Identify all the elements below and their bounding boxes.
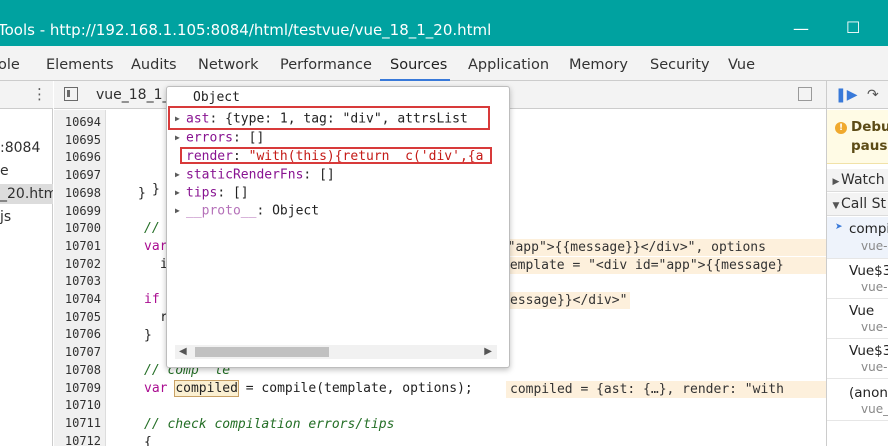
inline-value: compiled = {ast: {…}, render: "with xyxy=(506,381,826,398)
scroll-left-icon[interactable]: ◀ xyxy=(179,346,187,357)
inline-value: essage}}</div>" xyxy=(506,292,630,309)
tab-vue[interactable]: Vue xyxy=(728,56,755,74)
code-line: if xyxy=(144,292,160,307)
code-line: } xyxy=(144,328,152,343)
tab-network[interactable]: Network xyxy=(198,56,259,74)
line-number[interactable]: 10698 xyxy=(54,185,104,203)
expanded-arrow-icon: ▼ xyxy=(832,201,840,211)
highlight-box-ast xyxy=(168,106,490,130)
navigator-item[interactable]: e xyxy=(0,161,53,181)
hovered-variable[interactable]: compiled xyxy=(174,380,239,397)
line-number[interactable]: 10707 xyxy=(54,344,104,362)
debugger-toolbar: ❚▶ ↷ xyxy=(827,81,888,109)
line-number[interactable]: 10701 xyxy=(54,238,104,256)
paused-banner: ! Debupause xyxy=(827,110,888,164)
popover-horizontal-scrollbar[interactable]: ◀ ▶ xyxy=(175,345,497,359)
line-number[interactable]: 10706 xyxy=(54,326,104,344)
line-number[interactable]: 10712 xyxy=(54,433,104,446)
title-bar: Tools - http://192.168.1.105:8084/html/t… xyxy=(0,0,888,46)
line-number[interactable]: 10708 xyxy=(54,362,104,380)
code-line: // xyxy=(144,221,160,236)
highlight-box-render xyxy=(180,147,492,164)
scroll-right-icon[interactable]: ▶ xyxy=(484,346,492,357)
line-number[interactable]: 10704 xyxy=(54,291,104,309)
current-frame-icon: ➤ xyxy=(835,222,843,232)
call-frame[interactable]: Vue$3 vue- xyxy=(827,339,888,379)
line-number[interactable]: 10702 xyxy=(54,256,104,274)
tab-audits[interactable]: Audits xyxy=(131,56,177,74)
call-frame[interactable]: (anon vue_ xyxy=(827,379,888,421)
tab-security[interactable]: Security xyxy=(650,56,710,74)
inline-value: d="app">{{message}}</div>", options xyxy=(488,239,826,256)
popover-property-errors[interactable]: ▶ errors: [] xyxy=(175,129,264,148)
code-line: var compiled = compile(template, options… xyxy=(144,380,473,398)
code-line: // check compilation errors/tips xyxy=(144,417,395,432)
popover-property-proto[interactable]: ▶ __proto__: Object xyxy=(175,202,319,221)
code-line: } xyxy=(152,182,160,197)
tab-memory[interactable]: Memory xyxy=(569,56,628,74)
inline-value: template = "<div id="app">{{message} xyxy=(498,257,826,274)
navigator-item[interactable]: :8084 xyxy=(0,138,53,158)
call-frame[interactable]: ➤ compi vue- xyxy=(827,217,888,259)
popover-property-tips[interactable]: ▶ tips: [] xyxy=(175,184,249,203)
line-number[interactable]: 10694 xyxy=(54,114,104,132)
code-text: = compile(template, options); xyxy=(237,381,473,396)
code-line: { xyxy=(144,435,152,446)
navigator-item[interactable]: js xyxy=(0,207,53,227)
tab-sources[interactable]: Sources xyxy=(390,56,447,74)
line-number[interactable]: 10710 xyxy=(54,397,104,415)
collapsed-arrow-icon: ▶ xyxy=(832,177,840,187)
paused-text: Debupause xyxy=(851,119,888,154)
minimize-icon[interactable]: — xyxy=(793,20,809,38)
step-over-icon[interactable]: ↷ xyxy=(867,87,879,103)
tab-console[interactable]: ole xyxy=(0,56,20,74)
navigator-toolbar: ⋮ xyxy=(0,81,53,109)
expand-arrow-icon[interactable]: ▶ xyxy=(175,202,186,220)
popover-property-staticRenderFns[interactable]: ▶ staticRenderFns: [] xyxy=(175,166,335,185)
code-line: var xyxy=(144,239,168,254)
window-title: Tools - http://192.168.1.105:8084/html/t… xyxy=(0,21,492,39)
toggle-debugger-icon[interactable] xyxy=(798,87,812,101)
line-number[interactable]: 10700 xyxy=(54,220,104,238)
toggle-navigator-icon[interactable] xyxy=(64,87,78,101)
resume-icon[interactable]: ❚▶ xyxy=(835,87,858,103)
line-number[interactable]: 10699 xyxy=(54,203,104,221)
line-number[interactable]: 10703 xyxy=(54,273,104,291)
line-number[interactable]: 10696 xyxy=(54,149,104,167)
warning-icon: ! xyxy=(835,122,847,134)
line-number[interactable]: 10705 xyxy=(54,309,104,327)
navigator-item-selected[interactable]: _20.html xyxy=(0,184,53,204)
maximize-icon[interactable]: ☐ xyxy=(846,19,860,37)
tab-elements[interactable]: Elements xyxy=(46,56,114,74)
code-keyword: var xyxy=(144,381,176,396)
line-number[interactable]: 10711 xyxy=(54,415,104,433)
call-stack-section-header[interactable]: ▼ Call St xyxy=(827,193,888,216)
more-options-icon[interactable]: ⋮ xyxy=(32,85,47,103)
scrollbar-thumb[interactable] xyxy=(195,347,329,357)
popover-title: Object xyxy=(193,90,240,105)
line-number[interactable]: 10695 xyxy=(54,132,104,150)
call-frame[interactable]: Vue vue- xyxy=(827,299,888,339)
file-navigator: ⋮ :8084 e _20.html js xyxy=(0,81,53,446)
file-tab[interactable]: vue_18_1_ xyxy=(96,87,170,104)
panel-tabs: ole Elements Audits Network Performance … xyxy=(0,46,888,81)
line-number[interactable]: 10697 xyxy=(54,167,104,185)
line-number[interactable]: 10709 xyxy=(54,380,104,398)
tab-application[interactable]: Application xyxy=(468,56,549,74)
expand-arrow-icon[interactable]: ▶ xyxy=(175,129,186,147)
tab-performance[interactable]: Performance xyxy=(280,56,372,74)
line-number-gutter[interactable]: 10694 10695 10696 10697 10698 10699 10700 10701… xyxy=(54,110,106,446)
debugger-sidebar: ❚▶ ↷ ! Debupause ▶Watch ▼Call St ➤ compi… xyxy=(826,81,888,446)
expand-arrow-icon[interactable]: ▶ xyxy=(175,184,186,202)
expand-arrow-icon[interactable]: ▶ xyxy=(175,166,186,184)
call-frame[interactable]: Vue$3 vue- xyxy=(827,259,888,299)
object-popover[interactable]: Object ▶ ast: {type: 1, tag: "div", attrs… xyxy=(166,86,510,368)
code-line: } xyxy=(138,186,146,201)
watch-section-header[interactable]: ▶ Watch xyxy=(827,169,888,192)
